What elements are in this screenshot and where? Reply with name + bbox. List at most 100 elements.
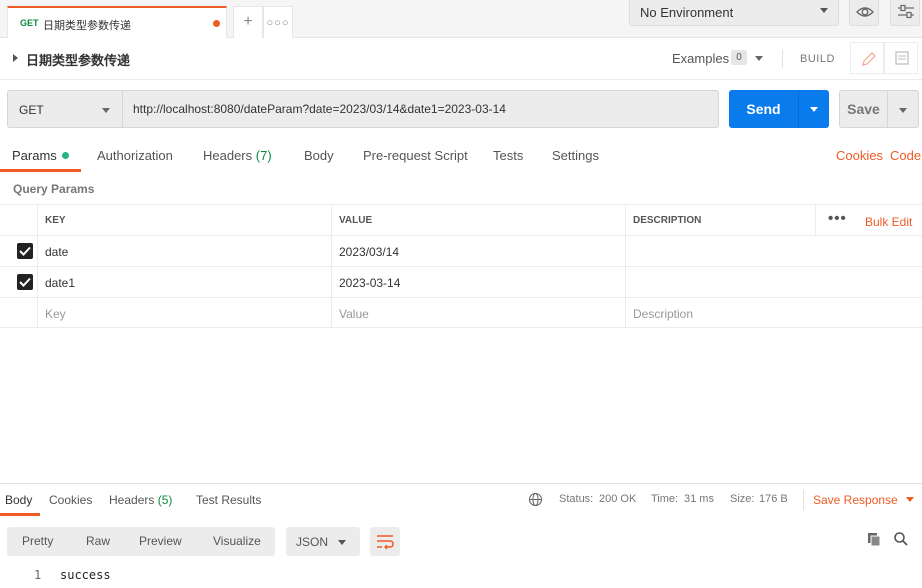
status-label: Status: [559, 493, 594, 505]
chevron-down-icon[interactable] [755, 56, 763, 61]
view-pretty-button[interactable]: Pretty [22, 534, 53, 548]
chevron-down-icon [338, 540, 346, 545]
environment-select[interactable]: No Environment [629, 0, 839, 26]
documentation-button[interactable] [884, 42, 918, 74]
response-tab-headers-label: Headers [109, 493, 155, 507]
line-number: 1 [34, 568, 42, 582]
tab-request-name: 日期类型参数传递 [43, 19, 131, 32]
search-icon[interactable] [893, 531, 909, 547]
save-button[interactable]: Save [839, 90, 888, 128]
param-description-cell[interactable] [625, 267, 922, 298]
request-header: 日期类型参数传递 Examples 0 BUILD [0, 38, 922, 80]
http-method-select[interactable]: GET [7, 90, 123, 128]
tab-headers-count: (7) [255, 148, 272, 163]
chevron-down-icon [810, 107, 818, 112]
send-options-button[interactable] [798, 90, 829, 128]
response-tab-test-results[interactable]: Test Results [196, 493, 261, 507]
environment-label: No Environment [640, 5, 734, 20]
new-key-input[interactable]: Key [37, 298, 331, 329]
view-raw-button[interactable]: Raw [86, 534, 110, 548]
tab-body[interactable]: Body [304, 148, 334, 163]
copy-icon[interactable] [866, 531, 882, 547]
status-value[interactable]: 200 OK [599, 493, 636, 505]
checkbox-checked-icon[interactable] [17, 274, 33, 290]
globe-icon[interactable] [528, 492, 543, 507]
size-label: Size: [730, 493, 755, 505]
sliders-icon [898, 4, 914, 19]
table-row: date 2023/03/14 [0, 235, 922, 267]
time-label: Time: [651, 493, 679, 505]
tab-headers[interactable]: Headers (7) [203, 148, 272, 163]
new-tab-button[interactable]: + [233, 6, 263, 38]
new-value-input[interactable]: Value [331, 298, 625, 329]
chevron-down-icon [899, 108, 907, 113]
wrap-lines-icon [377, 535, 394, 550]
tab-params-label: Params [12, 148, 57, 163]
send-button[interactable]: Send [729, 90, 798, 128]
bulk-edit-button[interactable]: Bulk Edit [865, 215, 912, 229]
response-tab-cookies[interactable]: Cookies [49, 493, 92, 507]
response-format-label: JSON [296, 535, 329, 549]
table-header-row: KEY VALUE DESCRIPTION ••• Bulk Edit [0, 204, 922, 236]
save-response-button[interactable]: Save Response [813, 493, 898, 507]
param-key-cell[interactable]: date [37, 236, 331, 267]
param-key-cell[interactable]: date1 [37, 267, 331, 298]
eye-icon [856, 7, 874, 17]
examples-dropdown[interactable]: Examples [672, 51, 729, 66]
param-value-cell[interactable]: 2023/03/14 [331, 236, 625, 267]
chevron-down-icon [820, 8, 828, 13]
tab-options-button[interactable]: ○○○ [263, 6, 293, 38]
tab-params[interactable]: Params [12, 148, 69, 163]
time-value[interactable]: 31 ms [684, 493, 714, 505]
caret-right-icon[interactable] [13, 54, 18, 62]
request-tab-strip: GET 日期类型参数传递 + ○○○ No Environment [0, 0, 922, 38]
new-description-input[interactable]: Description [625, 298, 922, 329]
pencil-icon [862, 52, 876, 66]
more-horizontal-icon: ○○○ [266, 17, 290, 29]
tab-prerequest-script[interactable]: Pre-request Script [363, 148, 468, 163]
environment-quick-look-button[interactable] [849, 0, 879, 26]
unsaved-dot-icon [213, 20, 220, 27]
column-header-key: KEY [37, 205, 331, 236]
checkbox-checked-icon[interactable] [17, 243, 33, 259]
response-tab-headers[interactable]: Headers (5) [109, 493, 172, 507]
url-input[interactable]: http://localhost:8080/dateParam?date=202… [123, 90, 719, 128]
chevron-down-icon[interactable] [906, 497, 914, 502]
save-options-button[interactable] [888, 90, 919, 128]
response-format-select[interactable]: JSON [286, 527, 360, 556]
size-value[interactable]: 176 B [759, 493, 788, 505]
tab-settings[interactable]: Settings [552, 148, 599, 163]
tab-headers-label: Headers [203, 148, 253, 163]
tab-method-label: GET [20, 18, 39, 28]
active-response-tab-indicator [0, 513, 40, 516]
plus-icon: + [243, 13, 253, 30]
code-link[interactable]: Code [890, 148, 921, 163]
response-tab-body[interactable]: Body [5, 493, 32, 507]
response-headers-count: (5) [157, 493, 173, 507]
param-description-cell[interactable] [625, 236, 922, 267]
build-mode-label[interactable]: BUILD [800, 53, 835, 65]
divider [803, 490, 804, 510]
divider [782, 50, 783, 68]
cookies-link[interactable]: Cookies [836, 148, 883, 163]
view-visualize-button[interactable]: Visualize [213, 534, 261, 548]
column-header-description: DESCRIPTION [625, 205, 815, 236]
request-tab-active[interactable]: GET 日期类型参数传递 [7, 6, 227, 38]
query-params-title: Query Params [13, 182, 95, 196]
table-row-new: Key Value Description [0, 297, 922, 329]
edit-request-button[interactable] [850, 42, 884, 74]
wrap-lines-button[interactable] [370, 527, 400, 556]
view-preview-button[interactable]: Preview [139, 534, 182, 548]
active-tab-indicator [0, 169, 81, 172]
tab-tests[interactable]: Tests [493, 148, 523, 163]
request-title[interactable]: 日期类型参数传递 [26, 50, 130, 69]
manage-environments-button[interactable] [890, 0, 920, 26]
response-body-text[interactable]: success [60, 568, 111, 582]
document-icon [895, 51, 909, 65]
param-value-cell[interactable]: 2023-03-14 [331, 267, 625, 298]
chevron-down-icon [102, 108, 110, 113]
examples-count-badge: 0 [731, 50, 747, 65]
tab-authorization[interactable]: Authorization [97, 148, 173, 163]
more-horizontal-icon[interactable]: ••• [828, 210, 847, 227]
response-view-mode-group: Pretty Raw Preview Visualize [7, 527, 275, 556]
